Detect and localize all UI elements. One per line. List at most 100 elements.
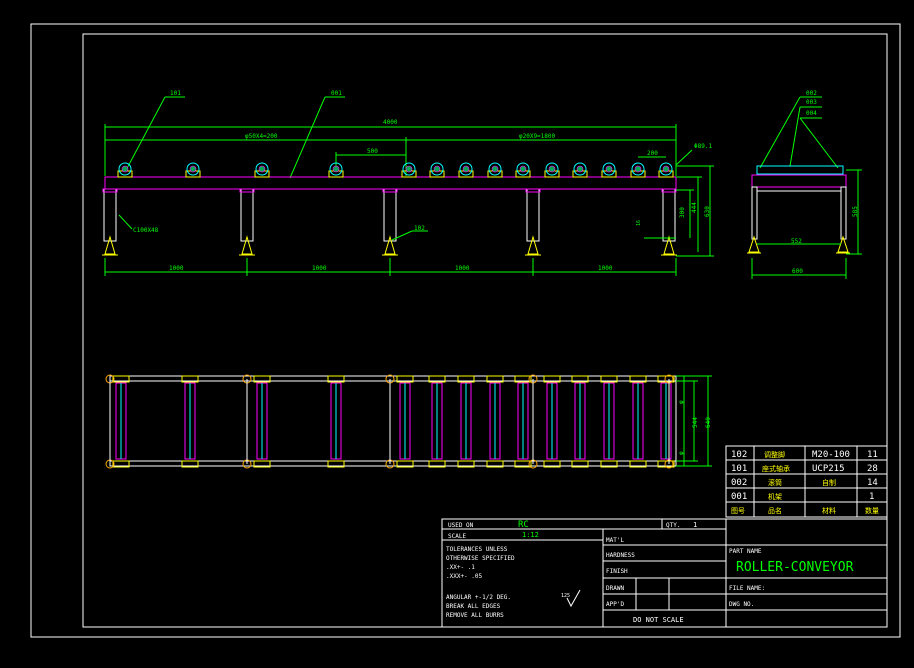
front-leg-cap-4 xyxy=(525,188,541,193)
title-block: USED ON RC QTY. 1 SCALE 1:12 TOLERANCES … xyxy=(441,518,888,628)
end-pitch-text: 200 xyxy=(647,150,658,157)
balloon-101: 101 xyxy=(170,90,181,97)
tolerance-line-1: TOLERANCES UNLESS xyxy=(446,546,508,553)
right-pitch-text: φ20X9=1800 xyxy=(519,133,556,140)
front-leg-5 xyxy=(662,188,676,242)
bom-row-1-spec: M20-100 xyxy=(812,450,850,460)
bom-header-spec: 材料 xyxy=(822,506,836,515)
front-rollers xyxy=(117,162,674,178)
bom-row-2-spec: UCP215 xyxy=(812,464,845,474)
bom-row-1-name: 调整脚 xyxy=(764,450,785,459)
mid-pitch-text: 500 xyxy=(367,148,378,155)
used-on-value: RC xyxy=(518,520,529,530)
front-legs xyxy=(102,188,677,256)
front-roller-hub-12 xyxy=(605,165,613,173)
span-3-text: 1000 xyxy=(455,265,470,272)
bom-row-3-spec: 自制 xyxy=(822,478,836,487)
top-width-1-text: 544 xyxy=(692,417,699,428)
bom-header-qty: 数量 xyxy=(865,506,879,515)
roller-dia-text: Φ89.1 xyxy=(694,143,712,150)
appd-label: APP'D xyxy=(606,601,624,608)
tolerance-line-4: .XXX+- .05 xyxy=(446,573,483,580)
front-leg-cap-3 xyxy=(382,188,398,193)
front-roller-hub-3 xyxy=(258,165,266,173)
height-2-text: 444 xyxy=(691,202,698,213)
finish-label: FINISH xyxy=(606,568,628,575)
bom-row-4-qty: 1 xyxy=(869,492,874,502)
balloon-102: 102 xyxy=(414,225,425,232)
front-leg-cap-1 xyxy=(102,188,118,193)
balloon-004: 004 xyxy=(806,110,817,117)
part-name: ROLLER-CONVEYOR xyxy=(736,560,854,575)
front-roller-hub-1 xyxy=(121,165,129,173)
left-pitch-text: φ50X4=200 xyxy=(245,133,278,140)
side-height-text: 585 xyxy=(852,206,859,217)
side-leg-left xyxy=(751,186,758,240)
drawing-canvas: 4000 φ50X4=200 φ20X9=1800 500 200 Φ89.1 … xyxy=(30,23,901,638)
span-1-text: 1000 xyxy=(169,265,184,272)
front-roller-hub-9 xyxy=(519,165,527,173)
front-leg-3 xyxy=(383,188,397,242)
side-view: 002 003 004 585 552 600 xyxy=(747,90,862,279)
front-leg-cap-5 xyxy=(661,188,677,193)
side-overall-text: 600 xyxy=(792,268,803,275)
top-view: φ φ 544 640 xyxy=(105,374,712,469)
do-not-scale: DO NOT SCALE xyxy=(633,616,684,624)
inner-frame xyxy=(82,33,888,628)
front-view: 4000 φ50X4=200 φ20X9=1800 500 200 Φ89.1 … xyxy=(102,90,714,276)
scale-label: SCALE xyxy=(448,533,466,540)
front-roller-hub-14 xyxy=(662,165,670,173)
top-d1-text: φ xyxy=(678,400,685,404)
bom-table: 102 调整脚 M20-100 11 101 座式轴承 UCP215 28 00… xyxy=(725,445,888,518)
tolerance-line-3: .XX+- .1 xyxy=(446,564,475,571)
side-leg-right xyxy=(840,186,847,240)
surface-mark: 125 xyxy=(561,593,570,599)
qty-label: QTY. xyxy=(666,522,680,529)
front-leg-1 xyxy=(103,188,117,242)
bom-row-2-qty: 28 xyxy=(867,464,878,474)
front-roller-hub-13 xyxy=(634,165,642,173)
front-foot-4 xyxy=(527,235,539,255)
front-roller-hub-8 xyxy=(491,165,499,173)
bom-row-4-name: 机架 xyxy=(768,492,782,501)
bom-row-2-no: 101 xyxy=(731,464,747,474)
bom-row-3-qty: 14 xyxy=(867,478,878,488)
span-4-text: 1000 xyxy=(598,265,613,272)
overall-dim-text: 4000 xyxy=(383,119,398,126)
front-leg-cap-2 xyxy=(239,188,255,193)
front-roller-hub-2 xyxy=(189,165,197,173)
front-roller-hub-5 xyxy=(405,165,413,173)
front-leg-2 xyxy=(240,188,254,242)
side-frame xyxy=(751,174,847,188)
part-name-label: PART NAME xyxy=(729,548,762,555)
top-rollers xyxy=(105,374,675,469)
side-inner-text: 552 xyxy=(791,238,802,245)
general-line-1: ANGULAR +-1/2 DEG. xyxy=(446,594,511,601)
bom-header-no: 图号 xyxy=(731,507,745,515)
frame-beam xyxy=(104,176,677,190)
top-width-2-text: 640 xyxy=(705,417,712,428)
used-on-label: USED ON xyxy=(448,522,474,529)
file-name-label: FILE NAME: xyxy=(729,585,765,592)
general-line-3: REMOVE ALL BURRS xyxy=(446,612,504,619)
bom-header-name: 品名 xyxy=(768,506,782,515)
scale-value: 1:12 xyxy=(522,531,539,539)
front-roller-hub-4 xyxy=(332,165,340,173)
matl-label: MAT'L xyxy=(606,537,624,544)
bom-row-3-name: 滚筒 xyxy=(768,478,782,487)
front-roller-hub-11 xyxy=(576,165,584,173)
general-line-2: BREAK ALL EDGES xyxy=(446,603,501,610)
front-foot-5 xyxy=(663,235,675,255)
balloon-001: 001 xyxy=(331,90,342,97)
bom-row-3-no: 002 xyxy=(731,478,747,488)
bom-row-1-qty: 11 xyxy=(867,450,878,460)
front-roller-hub-7 xyxy=(462,165,470,173)
front-roller-hub-10 xyxy=(548,165,556,173)
drawn-label: DRAWN xyxy=(606,585,624,592)
balloon-003: 003 xyxy=(806,99,817,106)
side-roller xyxy=(756,165,844,175)
front-leg-4 xyxy=(526,188,540,242)
qty-value: 1 xyxy=(693,521,697,529)
height-3-text: 630 xyxy=(704,206,711,217)
bom-row-4-no: 001 xyxy=(731,492,747,502)
